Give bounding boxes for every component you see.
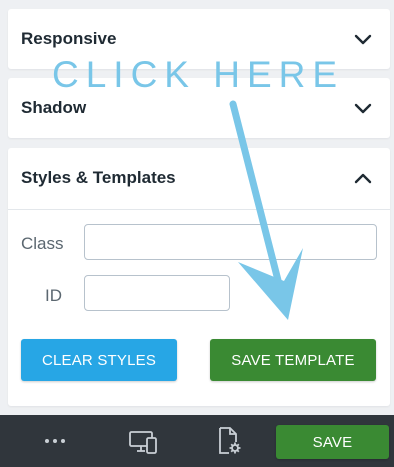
save-template-button[interactable]: SAVE TEMPLATE xyxy=(210,339,376,381)
page-settings-icon[interactable] xyxy=(212,425,246,457)
styles-templates-panel-title: Styles & Templates xyxy=(21,168,176,187)
chevron-down-icon xyxy=(352,101,374,115)
responsive-panel-title: Responsive xyxy=(21,29,117,48)
panel-divider xyxy=(8,209,390,210)
shadow-panel-title: Shadow xyxy=(21,98,87,117)
id-label: ID xyxy=(45,286,62,305)
chevron-down-icon xyxy=(352,32,374,46)
styles-templates-panel: Styles & Templates Class ID CLEAR STYLES… xyxy=(8,148,390,406)
styles-templates-panel-header[interactable]: Styles & Templates xyxy=(8,148,390,208)
chevron-up-icon xyxy=(352,171,374,185)
class-input[interactable] xyxy=(84,224,377,260)
click-here-annotation: CLICK HERE xyxy=(52,54,345,95)
clear-styles-button[interactable]: CLEAR STYLES xyxy=(21,339,177,381)
save-button[interactable]: SAVE xyxy=(276,425,389,459)
class-label: Class xyxy=(21,234,64,253)
responsive-devices-icon[interactable] xyxy=(126,427,160,457)
bottom-toolbar: SAVE xyxy=(0,415,394,467)
ellipsis-icon[interactable] xyxy=(38,429,72,453)
id-input[interactable] xyxy=(84,275,230,311)
